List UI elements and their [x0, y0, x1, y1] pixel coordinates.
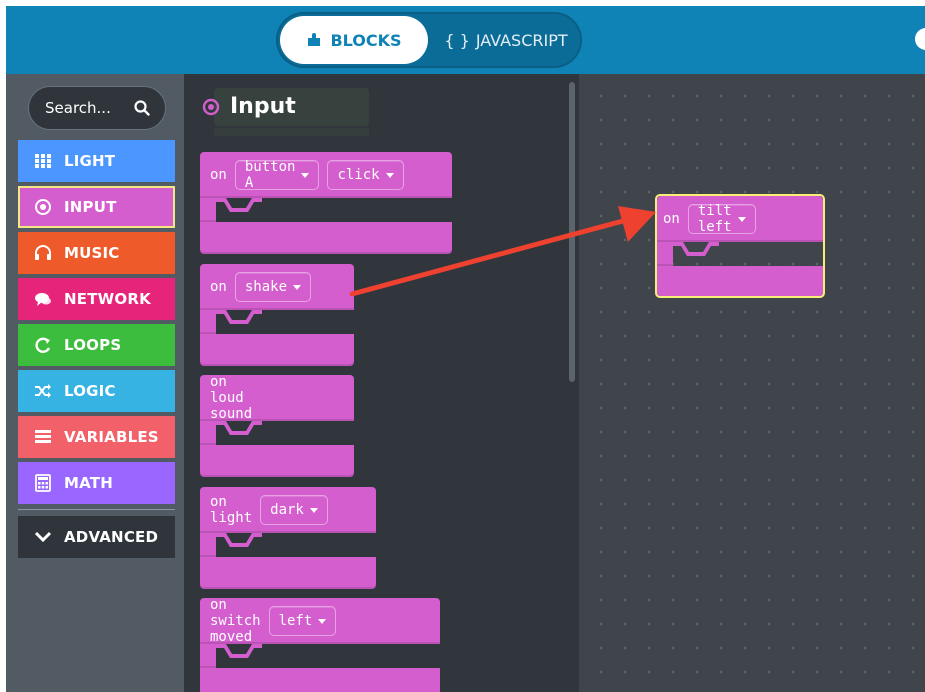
block-label-row: on shake [210, 264, 312, 310]
puzzle-icon [308, 33, 321, 46]
flyout-title-text: Input [230, 94, 296, 119]
block-footer-bar [200, 222, 452, 254]
dropdown-value: button A [244, 159, 296, 191]
block-notch [216, 198, 262, 212]
category-label: MATH [64, 474, 113, 492]
settings-icon[interactable] [915, 28, 925, 50]
block-notch [216, 421, 262, 435]
chat-icon [35, 293, 51, 306]
category-label: LOGIC [64, 382, 116, 400]
search-icon[interactable] [133, 99, 151, 117]
category-music[interactable]: MUSIC [18, 232, 175, 274]
drag-ghost-tail [214, 128, 369, 136]
category-light[interactable]: LIGHT [18, 140, 175, 182]
block-notch [216, 644, 262, 658]
category-advanced[interactable]: ADVANCED [18, 516, 175, 558]
target-icon [35, 199, 51, 215]
list-icon [35, 430, 51, 443]
block-label-row: on button A click [210, 152, 404, 198]
tab-javascript[interactable]: { } JAVASCRIPT [436, 16, 576, 64]
block-prefix: on [210, 279, 227, 295]
headphones-icon [35, 245, 51, 260]
caret-down-icon [293, 284, 302, 290]
category-label: MUSIC [64, 244, 120, 262]
gesture-dropdown[interactable]: shake [234, 272, 312, 302]
block-side-bar [200, 310, 216, 334]
toolbox: Search... LIGHT INPUT MUSIC NETWORK LOOP… [6, 74, 184, 692]
refresh-icon [35, 337, 51, 353]
flyout-title: Input [202, 94, 296, 119]
block-side-bar [200, 644, 216, 668]
caret-down-icon [309, 507, 318, 513]
block-notch [216, 533, 262, 547]
block-footer-bar [200, 668, 440, 692]
light-dropdown[interactable]: dark [260, 495, 328, 525]
block-notch [673, 242, 719, 256]
search-box[interactable]: Search... [28, 86, 166, 130]
block-prefix: on [663, 211, 680, 227]
dropdown-value: click [337, 167, 380, 183]
block-footer-bar [200, 445, 354, 477]
category-logic[interactable]: LOGIC [18, 370, 175, 412]
grid-icon [35, 154, 51, 168]
flyout-scrollbar[interactable] [569, 82, 575, 382]
category-label: ADVANCED [64, 528, 159, 546]
caret-down-icon [318, 618, 327, 624]
workspace-canvas[interactable]: on tilt left [579, 74, 925, 692]
category-loops[interactable]: LOOPS [18, 324, 175, 366]
category-divider [18, 509, 175, 510]
tab-blocks-label: BLOCKS [330, 30, 402, 50]
block-footer-bar [200, 334, 354, 366]
caret-down-icon [301, 172, 310, 178]
category-input[interactable]: INPUT [18, 186, 175, 228]
category-network[interactable]: NETWORK [18, 278, 175, 320]
block-side-bar [657, 242, 673, 266]
dropdown-value: dark [270, 502, 304, 518]
block-side-bar [200, 533, 216, 557]
block-flyout: Input on button A click on shake on loud… [184, 74, 579, 692]
category-variables[interactable]: VARIABLES [18, 416, 175, 458]
braces-icon: { } [444, 30, 470, 50]
block-label-row: on light dark [210, 487, 328, 533]
target-icon [202, 98, 220, 115]
block-side-bar [200, 421, 216, 445]
dropdown-value: shake [244, 279, 288, 295]
category-label: INPUT [64, 198, 117, 216]
chevron-down-icon [34, 531, 52, 543]
category-label: LIGHT [64, 152, 116, 170]
block-label-row: on switch moved left [210, 597, 337, 645]
block-notch [216, 310, 262, 324]
category-label: LOOPS [64, 336, 122, 354]
search-input[interactable]: Search... [45, 99, 135, 117]
category-label: VARIABLES [64, 428, 159, 446]
block-prefix: on light [210, 494, 253, 526]
top-bar: BLOCKS { } JAVASCRIPT [6, 6, 925, 74]
block-side-bar [200, 198, 216, 222]
block-prefix: on switch moved [210, 597, 261, 645]
dropdown-value: left [278, 613, 313, 629]
tab-blocks[interactable]: BLOCKS [280, 16, 428, 64]
block-label-row: on loud sound [210, 374, 253, 422]
event-dropdown[interactable]: click [327, 160, 404, 190]
switch-dropdown[interactable]: left [268, 606, 337, 636]
block-prefix: on [210, 167, 227, 183]
caret-down-icon [737, 216, 746, 222]
block-footer-bar [200, 557, 376, 589]
button-dropdown[interactable]: button A [234, 159, 320, 191]
block-prefix: on loud sound [210, 374, 253, 422]
shuffle-icon [35, 384, 51, 398]
editor-frame: BLOCKS { } JAVASCRIPT Search... LIGHT IN… [6, 6, 925, 692]
calculator-icon [35, 474, 51, 492]
editor-mode-toggle: BLOCKS { } JAVASCRIPT [276, 12, 582, 68]
category-math[interactable]: MATH [18, 462, 175, 504]
tab-javascript-label: JAVASCRIPT [475, 30, 568, 50]
caret-down-icon [385, 172, 394, 178]
block-footer-bar [657, 266, 823, 298]
gesture-dropdown[interactable]: tilt left [687, 203, 756, 235]
dropdown-value: tilt left [697, 203, 732, 235]
block-label-row: on tilt left [663, 196, 756, 242]
category-label: NETWORK [64, 290, 151, 308]
